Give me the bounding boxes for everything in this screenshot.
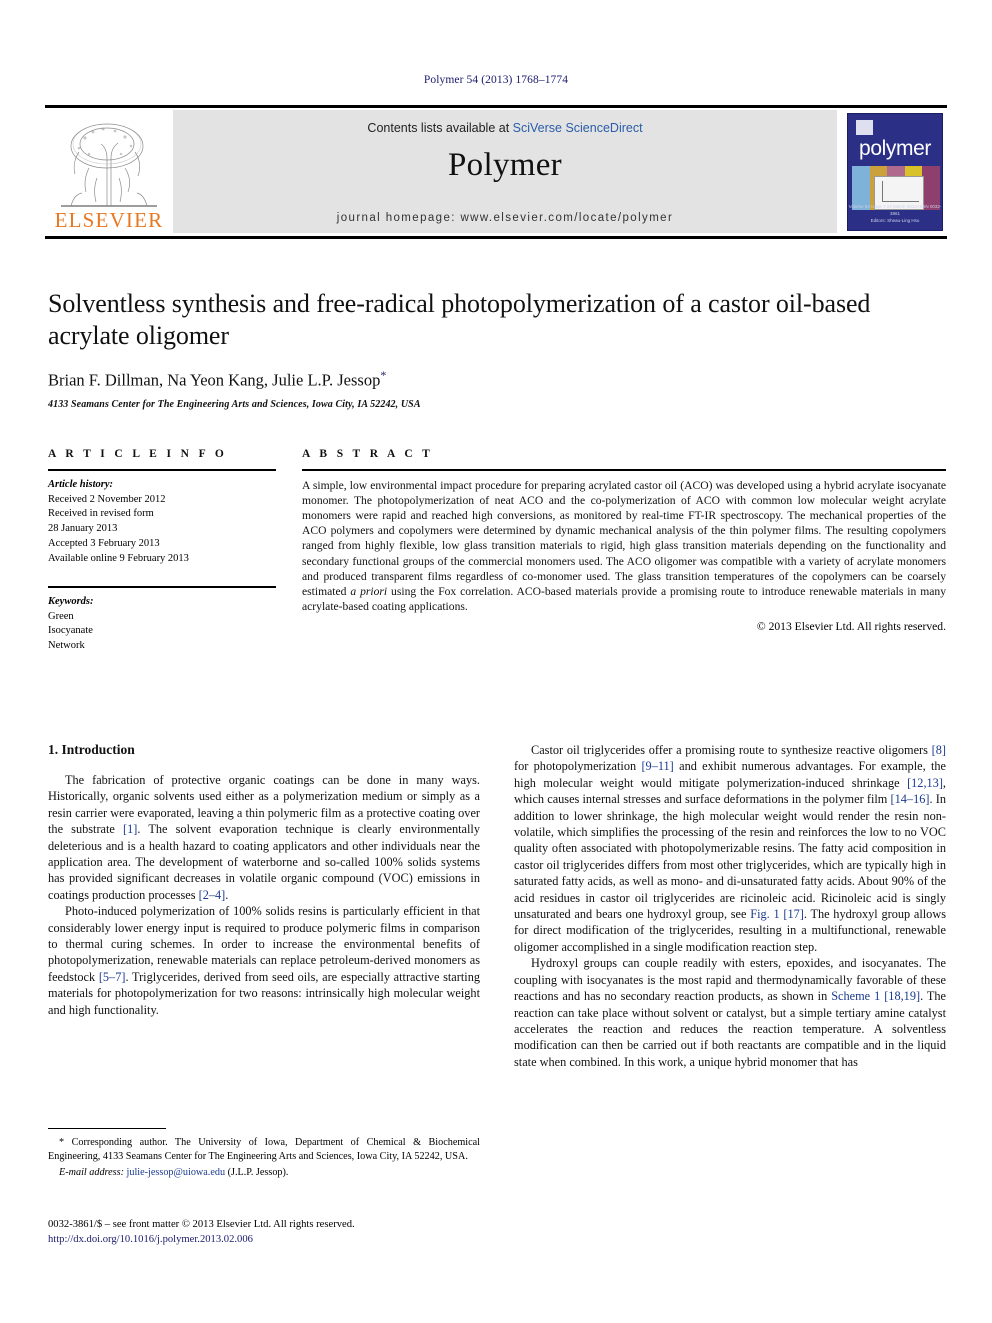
article-history-item: Received in revised form	[48, 508, 154, 520]
abstract-text: A simple, low environmental impact proce…	[302, 478, 946, 615]
article-history-item: Available online 9 February 2013	[48, 553, 189, 565]
corresponding-author-marker: *	[380, 368, 387, 383]
footnote-text: Corresponding author. The University of …	[48, 1137, 480, 1163]
paragraph-text: Castor oil triglycerides offer a promisi…	[531, 743, 932, 757]
cover-journal-word: polymer	[859, 136, 931, 160]
abstract-italic-phrase: a priori	[350, 584, 388, 598]
contents-prefix: Contents lists available at	[367, 121, 513, 135]
elsevier-tree-icon	[49, 118, 169, 210]
author-names: Brian F. Dillman, Na Yeon Kang, Julie L.…	[48, 370, 381, 390]
header-top-rule	[45, 105, 947, 108]
paragraph: The fabrication of protective organic co…	[48, 772, 480, 903]
keyword-item: Isocyanate	[48, 625, 93, 637]
abstract-rule	[302, 469, 946, 471]
citation-ref[interactable]: [8]	[932, 743, 946, 757]
running-head: Polymer 54 (2013) 1768–1774	[423, 74, 569, 86]
article-info-column: A R T I C L E I N F O Article history: R…	[48, 448, 276, 654]
info-abstract-region: A R T I C L E I N F O Article history: R…	[48, 448, 946, 654]
paragraph: Castor oil triglycerides offer a promisi…	[514, 742, 946, 955]
cover-footer-text: Volume 54 Issue 7 22 March 2013 ISSN 003…	[848, 204, 942, 224]
abstract-part-2: using the Fox correlation. ACO-based mat…	[302, 584, 946, 614]
article-title: Solventless synthesis and free-radical p…	[48, 289, 871, 350]
elsevier-logo: ELSEVIER	[45, 110, 173, 233]
paragraph-text: for photopolymerization	[514, 759, 642, 774]
elsevier-wordmark: ELSEVIER	[54, 208, 164, 232]
email-label: E-mail address:	[59, 1167, 124, 1179]
paper-page: Polymer 54 (2013) 1768–1774 ELSEVIER Con…	[0, 0, 992, 1323]
paragraph-text: . In addition to lower shrinkage, the hi…	[514, 792, 946, 922]
corresponding-author-note: * Corresponding author. The University o…	[48, 1136, 480, 1164]
article-history-item: Accepted 3 February 2013	[48, 538, 160, 550]
cover-elsevier-mark-icon	[856, 119, 873, 135]
journal-homepage[interactable]: journal homepage: www.elsevier.com/locat…	[173, 212, 837, 224]
body-column-left: 1. Introduction The fabrication of prote…	[48, 742, 480, 1070]
email-note: E-mail address: julie-jessop@uiowa.edu (…	[48, 1166, 480, 1180]
doi-link[interactable]: http://dx.doi.org/10.1016/j.polymer.2013…	[48, 1234, 253, 1245]
abstract-copyright: © 2013 Elsevier Ltd. All rights reserved…	[756, 620, 946, 634]
contents-available-line: Contents lists available at SciVerse Sci…	[367, 121, 642, 135]
citation-ref[interactable]: [9–11]	[641, 759, 673, 773]
sciencedirect-link[interactable]: SciVerse ScienceDirect	[513, 121, 643, 135]
journal-cover-thumbnail: polymer Volume 54 Issue 7 22 March 2013 …	[843, 110, 947, 233]
article-history-item: Received 2 November 2012	[48, 493, 166, 505]
email-suffix: (J.L.P. Jessop).	[225, 1167, 289, 1179]
keyword-item: Network	[48, 640, 85, 652]
paragraph: Hydroxyl groups can couple readily with …	[514, 955, 946, 1070]
citation-ref[interactable]: [1]	[123, 822, 137, 836]
scheme-ref[interactable]: Scheme 1 [18,19]	[831, 989, 920, 1003]
paragraph: Photo-induced polymerization of 100% sol…	[48, 903, 480, 1018]
figure-ref[interactable]: Fig. 1 [17]	[750, 907, 804, 921]
citation-ref[interactable]: [2–4]	[199, 888, 226, 902]
affiliation: 4133 Seamans Center for The Engineering …	[48, 398, 421, 410]
abstract-column: A B S T R A C T A simple, low environmen…	[302, 448, 946, 654]
body-column-right: Castor oil triglycerides offer a promisi…	[514, 742, 946, 1070]
header-bottom-rule	[45, 236, 947, 239]
cover-footer-line-1: Volume 54 Issue 7 22 March 2013 ISSN 003…	[848, 204, 942, 216]
journal-header-center: Contents lists available at SciVerse Sci…	[173, 110, 837, 233]
keywords-label: Keywords:	[48, 595, 94, 607]
issn-doi-block: 0032-3861/$ – see front matter © 2013 El…	[48, 1218, 480, 1247]
abstract-heading: A B S T R A C T	[302, 448, 434, 460]
cover-footer-line-2: Editors: Sheau-Ling Hsu	[870, 217, 920, 223]
keywords-rule	[48, 586, 276, 588]
journal-name: Polymer	[448, 147, 562, 183]
citation-ref[interactable]: [12,13]	[907, 776, 943, 790]
citation-ref[interactable]: [14–16]	[891, 792, 930, 806]
footnote-block: * Corresponding author. The University o…	[48, 1128, 480, 1180]
title-block: Solventless synthesis and free-radical p…	[48, 288, 946, 410]
journal-header-band: ELSEVIER Contents lists available at Sci…	[45, 105, 947, 239]
article-info-rule	[48, 469, 276, 471]
issn-line: 0032-3861/$ – see front matter © 2013 El…	[48, 1219, 355, 1230]
article-history-label: Article history:	[48, 478, 114, 490]
paragraph-text: .	[225, 887, 229, 902]
article-info-heading: A R T I C L E I N F O	[48, 448, 228, 460]
footnote-rule	[48, 1128, 166, 1130]
citation-ref[interactable]: [5–7]	[99, 970, 126, 984]
abstract-part-1: A simple, low environmental impact proce…	[302, 478, 946, 598]
email-link[interactable]: julie-jessop@uiowa.edu	[127, 1167, 226, 1178]
author-list: Brian F. Dillman, Na Yeon Kang, Julie L.…	[48, 368, 946, 391]
body-columns: 1. Introduction The fabrication of prote…	[48, 742, 946, 1070]
article-history-item: 28 January 2013	[48, 523, 118, 535]
section-title-introduction: 1. Introduction	[48, 742, 135, 757]
keyword-item: Green	[48, 610, 74, 622]
